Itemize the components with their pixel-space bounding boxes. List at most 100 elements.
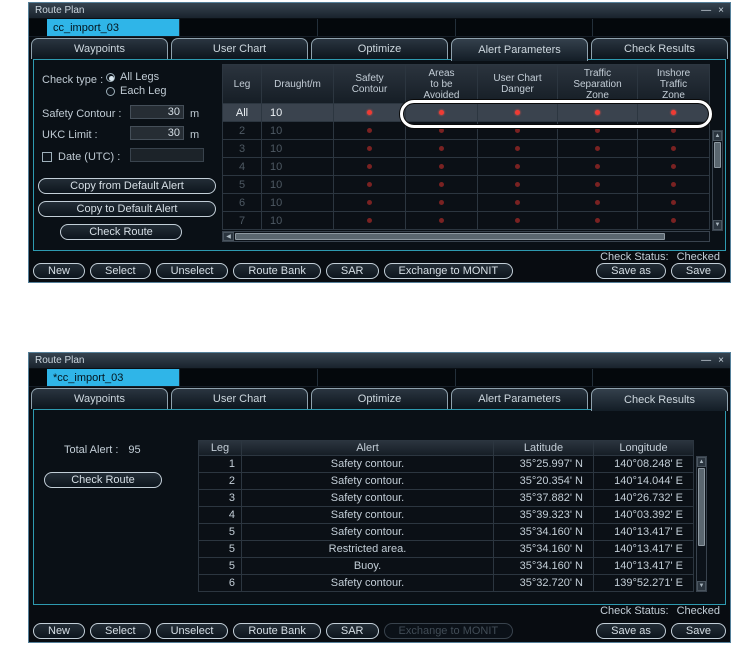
alert-table-row[interactable]: 5 10 bbox=[222, 176, 710, 194]
ukc-limit-input[interactable] bbox=[130, 126, 184, 140]
alert-table-row[interactable]: 6 10 bbox=[222, 194, 710, 212]
alert-column-header: Safety Contour bbox=[334, 64, 406, 104]
route-slot-empty bbox=[454, 19, 593, 36]
date-utc-input[interactable] bbox=[130, 148, 204, 162]
footer-button-bar: New Select Unselect Route Bank SAR Exchange t… bbox=[33, 623, 726, 639]
radio-unselected-icon bbox=[106, 86, 115, 96]
unselect-button[interactable]: Unselect bbox=[155, 623, 229, 639]
alert-column-header: User Chart Danger bbox=[478, 64, 558, 104]
alert-table-row[interactable]: All 10 bbox=[222, 104, 710, 122]
results-table-row[interactable]: 5 Buoy. 35°34.160' N 140°13.417' E bbox=[198, 558, 694, 575]
titlebar[interactable]: Route Plan — × bbox=[29, 353, 730, 369]
unselect-button[interactable]: Unselect bbox=[155, 263, 229, 279]
alert-dot-icon bbox=[367, 218, 372, 223]
exchange-to-monit-button[interactable]: Exchange to MONIT bbox=[383, 263, 514, 279]
radio-each-leg[interactable]: Each Leg bbox=[106, 85, 166, 97]
new-button[interactable]: New bbox=[33, 263, 86, 279]
horizontal-scrollbar[interactable]: ◀ bbox=[222, 231, 710, 242]
alert-dot-icon bbox=[595, 128, 600, 133]
tab-user-chart[interactable]: User Chart bbox=[171, 38, 308, 59]
scroll-down-button[interactable]: ▼ bbox=[697, 581, 706, 591]
close-icon[interactable]: × bbox=[718, 5, 724, 16]
alert-dot-icon bbox=[671, 218, 676, 223]
alert-dot-icon bbox=[439, 164, 444, 169]
copy-to-default-alert-button[interactable]: Copy to Default Alert bbox=[38, 201, 216, 217]
check-route-button[interactable]: Check Route bbox=[44, 472, 162, 488]
horizontal-scroll-thumb[interactable] bbox=[235, 233, 665, 240]
tab-waypoints[interactable]: Waypoints bbox=[31, 388, 168, 409]
check-results-panel: Total Alert : 95 Check Route Leg Alert Lat… bbox=[33, 409, 726, 605]
route-bank-button[interactable]: Route Bank bbox=[233, 623, 321, 639]
results-table-row[interactable]: 5 Restricted area. 35°34.160' N 140°13.417'… bbox=[198, 541, 694, 558]
minimize-icon[interactable]: — bbox=[701, 5, 711, 16]
minimize-icon[interactable]: — bbox=[701, 355, 711, 366]
check-status-value: Checked bbox=[676, 251, 720, 263]
total-alert-label: Total Alert : bbox=[64, 444, 119, 456]
ukc-limit-unit: m bbox=[190, 129, 200, 141]
route-plan-window-check-results: Route Plan — × *cc_import_03 Waypoints Us… bbox=[28, 352, 731, 643]
results-column-header: Longitude bbox=[594, 440, 694, 456]
check-status: Check Status: Checked bbox=[600, 605, 720, 617]
date-utc-label: Date (UTC) : bbox=[58, 151, 121, 163]
sar-button[interactable]: SAR bbox=[325, 263, 379, 279]
alert-table-row[interactable]: 2 10 bbox=[222, 122, 710, 140]
scroll-up-button[interactable]: ▲ bbox=[697, 457, 706, 467]
window-controls: — × bbox=[701, 355, 724, 366]
check-status: Check Status: Checked bbox=[600, 251, 720, 263]
tab-alert-parameters[interactable]: Alert Parameters bbox=[451, 388, 588, 409]
alert-dot-icon bbox=[515, 128, 520, 133]
vertical-scrollbar[interactable]: ▲ ▼ bbox=[696, 456, 707, 592]
scroll-down-button[interactable]: ▼ bbox=[713, 220, 722, 230]
alert-dot-icon bbox=[671, 146, 676, 151]
sar-button[interactable]: SAR bbox=[325, 623, 379, 639]
tab-optimize[interactable]: Optimize bbox=[311, 38, 448, 59]
save-as-button[interactable]: Save as bbox=[596, 623, 666, 639]
results-table-row[interactable]: 1 Safety contour. 35°25.997' N 140°08.248' … bbox=[198, 456, 694, 473]
alert-table-row[interactable]: 3 10 bbox=[222, 140, 710, 158]
window-controls: — × bbox=[701, 5, 724, 16]
alert-dot-icon bbox=[595, 200, 600, 205]
results-table-row[interactable]: 2 Safety contour. 35°20.354' N 140°14.044' … bbox=[198, 473, 694, 490]
route-name-tab[interactable]: *cc_import_03 bbox=[47, 369, 179, 386]
tab-waypoints[interactable]: Waypoints bbox=[31, 38, 168, 59]
check-route-button[interactable]: Check Route bbox=[60, 224, 182, 240]
save-button[interactable]: Save bbox=[670, 263, 726, 279]
vertical-scrollbar[interactable]: ▲ ▼ bbox=[712, 130, 723, 231]
vertical-scroll-thumb[interactable] bbox=[714, 142, 721, 168]
tab-check-results[interactable]: Check Results bbox=[591, 38, 728, 59]
route-name-tab[interactable]: cc_import_03 bbox=[47, 19, 179, 36]
results-table-row[interactable]: 3 Safety contour. 35°37.882' N 140°26.732' … bbox=[198, 490, 694, 507]
vertical-scroll-thumb[interactable] bbox=[698, 468, 705, 546]
scroll-left-button[interactable]: ◀ bbox=[223, 232, 234, 241]
alert-table-row[interactable]: 4 10 bbox=[222, 158, 710, 176]
exchange-to-monit-button[interactable]: Exchange to MONIT bbox=[383, 623, 514, 639]
route-slot-empty bbox=[179, 369, 317, 386]
save-as-button[interactable]: Save as bbox=[596, 263, 666, 279]
date-utc-checkbox[interactable] bbox=[42, 152, 52, 162]
new-button[interactable]: New bbox=[33, 623, 86, 639]
alert-table-row[interactable]: 7 10 bbox=[222, 212, 710, 230]
alert-dot-icon bbox=[515, 182, 520, 187]
save-button[interactable]: Save bbox=[670, 623, 726, 639]
total-alert-value: 95 bbox=[128, 444, 141, 456]
results-table-row[interactable]: 6 Safety contour. 35°32.720' N 139°52.271' … bbox=[198, 575, 694, 592]
tab-alert-parameters[interactable]: Alert Parameters bbox=[451, 38, 588, 61]
alert-parameters-panel: Check type : All Legs Each Leg Safety Co… bbox=[33, 59, 726, 251]
select-button[interactable]: Select bbox=[90, 623, 151, 639]
route-bar-spacer bbox=[29, 369, 47, 386]
route-bank-button[interactable]: Route Bank bbox=[233, 263, 321, 279]
titlebar[interactable]: Route Plan — × bbox=[29, 3, 730, 19]
tab-user-chart[interactable]: User Chart bbox=[171, 388, 308, 409]
results-table-row[interactable]: 5 Safety contour. 35°34.160' N 140°13.417' … bbox=[198, 524, 694, 541]
results-table-row[interactable]: 4 Safety contour. 35°39.323' N 140°03.392' … bbox=[198, 507, 694, 524]
copy-from-default-alert-button[interactable]: Copy from Default Alert bbox=[38, 178, 216, 194]
tab-optimize[interactable]: Optimize bbox=[311, 388, 448, 409]
select-button[interactable]: Select bbox=[90, 263, 151, 279]
close-icon[interactable]: × bbox=[718, 355, 724, 366]
safety-contour-label: Safety Contour : bbox=[42, 108, 122, 120]
tab-check-results[interactable]: Check Results bbox=[591, 388, 728, 411]
results-table-header: Leg Alert Latitude Longitude bbox=[198, 440, 694, 456]
scroll-up-button[interactable]: ▲ bbox=[713, 131, 722, 141]
radio-all-legs[interactable]: All Legs bbox=[106, 71, 159, 83]
safety-contour-input[interactable] bbox=[130, 105, 184, 119]
